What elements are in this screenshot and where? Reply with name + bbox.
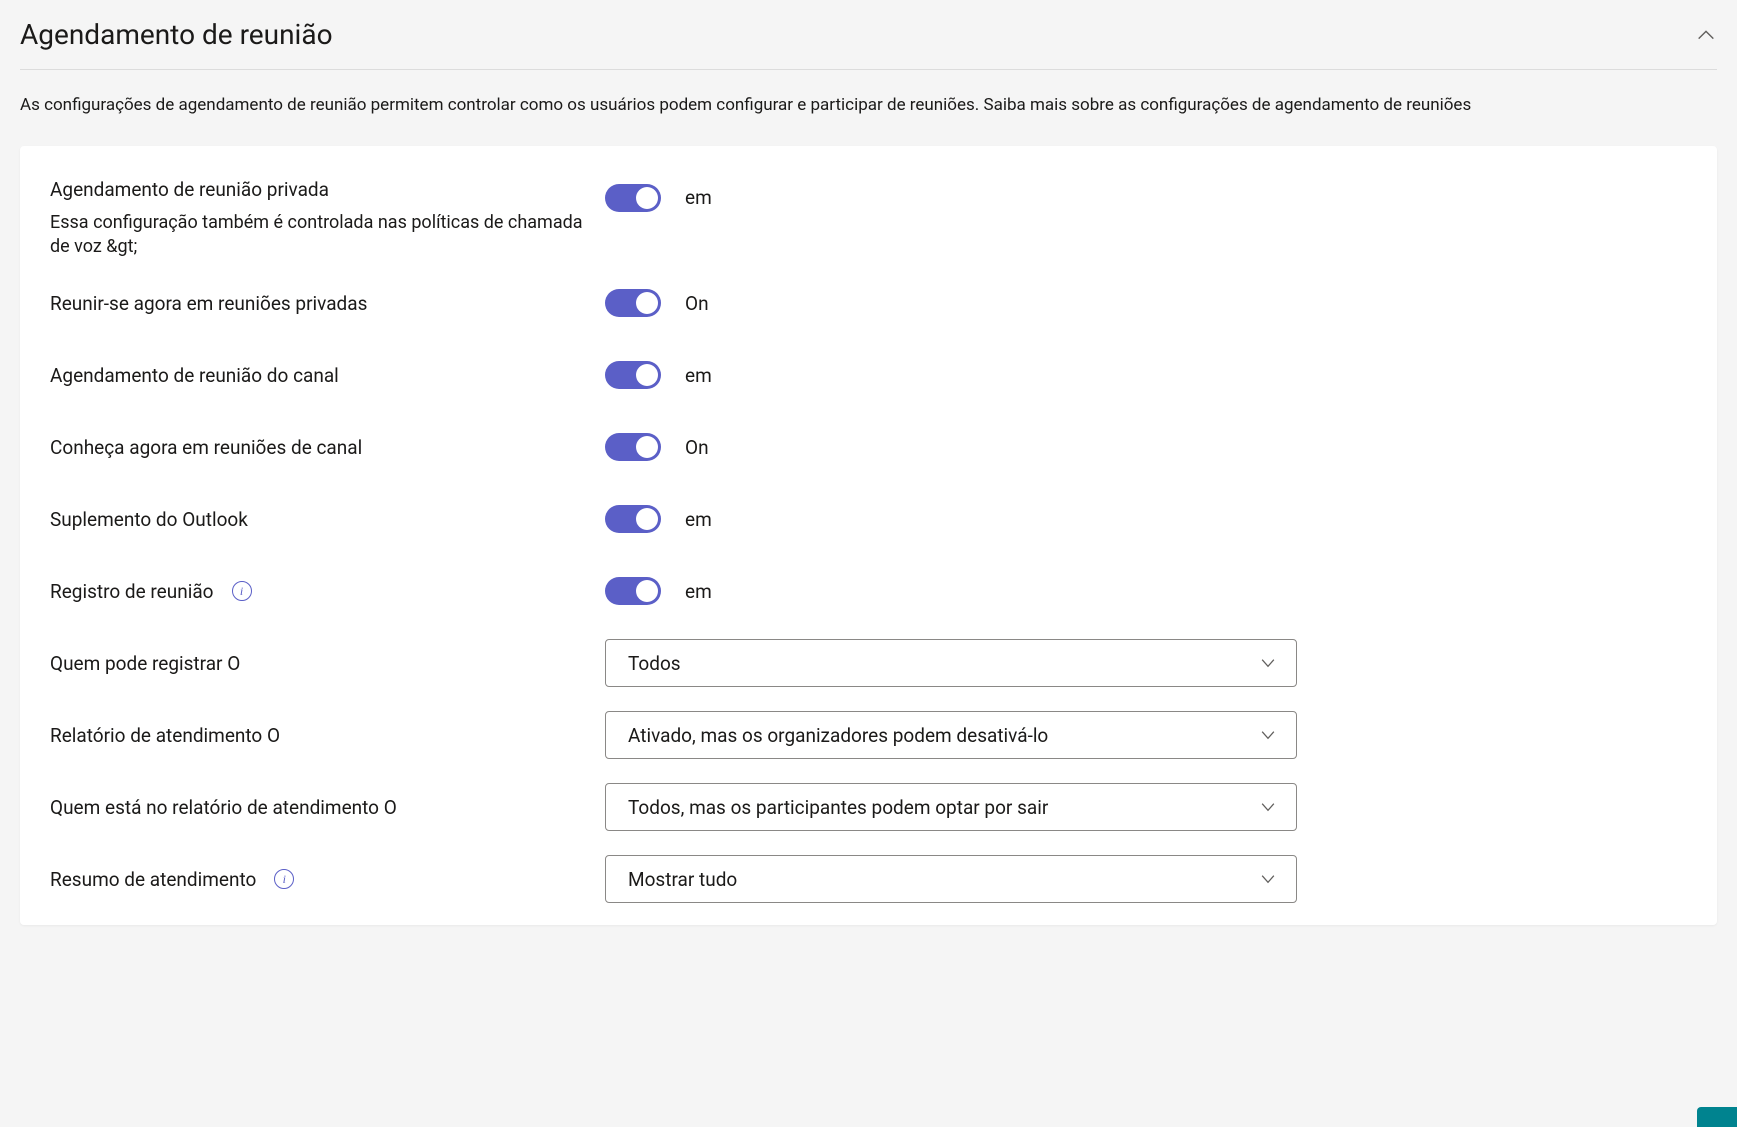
setting-row-private-meeting: Agendamento de reunião privada Essa conf… (50, 170, 1687, 268)
setting-control: Ativado, mas os organizadores podem desa… (605, 711, 1687, 759)
setting-control: Todos (605, 639, 1687, 687)
setting-label: Registro de reunião i (50, 580, 252, 603)
setting-control: em (605, 577, 1687, 605)
setting-label: Resumo de atendimento i (50, 868, 294, 891)
setting-label: Suplemento do Outlook (50, 508, 248, 531)
setting-label-col: Reunir-se agora em reuniões privadas (50, 292, 605, 315)
chevron-down-icon (1258, 725, 1278, 745)
toggle-outlook-addin[interactable] (605, 505, 661, 533)
setting-label-col: Registro de reunião i (50, 580, 605, 603)
setting-row-channel-meeting: Agendamento de reunião do canal em (50, 339, 1687, 411)
setting-control: Mostrar tudo (605, 855, 1687, 903)
setting-control: On (605, 289, 1687, 317)
setting-row-who-in-report: Quem está no relatório de atendimento O … (50, 771, 1687, 843)
setting-label-col: Quem está no relatório de atendimento O (50, 796, 605, 819)
setting-row-outlook-addin: Suplemento do Outlook em (50, 483, 1687, 555)
setting-label-col: Conheça agora em reuniões de canal (50, 436, 605, 459)
dropdown-value: Mostrar tudo (628, 868, 737, 891)
toggle-state-label: em (685, 186, 712, 209)
setting-row-attendance-summary: Resumo de atendimento i Mostrar tudo (50, 843, 1687, 915)
setting-label-text: Resumo de atendimento (50, 868, 256, 891)
toggle-state-label: em (685, 508, 712, 531)
setting-label: Quem está no relatório de atendimento O (50, 796, 397, 819)
dropdown-attendance-report[interactable]: Ativado, mas os organizadores podem desa… (605, 711, 1297, 759)
help-widget[interactable] (1697, 1107, 1737, 1127)
dropdown-who-in-report[interactable]: Todos, mas os participantes podem optar … (605, 783, 1297, 831)
setting-control: em (605, 178, 1687, 212)
chevron-up-icon[interactable] (1695, 24, 1717, 46)
dropdown-value: Ativado, mas os organizadores podem desa… (628, 724, 1048, 747)
section-description: As configurações de agendamento de reuni… (20, 94, 1717, 118)
setting-control: em (605, 505, 1687, 533)
setting-label-col: Suplemento do Outlook (50, 508, 605, 531)
info-icon[interactable]: i (274, 869, 294, 889)
dropdown-who-can-register[interactable]: Todos (605, 639, 1297, 687)
setting-sublabel: Essa configuração também é controlada na… (50, 211, 585, 260)
toggle-meet-now-channel[interactable] (605, 433, 661, 461)
setting-label: Reunir-se agora em reuniões privadas (50, 292, 367, 315)
setting-control: Todos, mas os participantes podem optar … (605, 783, 1687, 831)
dropdown-value: Todos, mas os participantes podem optar … (628, 796, 1048, 819)
setting-row-attendance-report: Relatório de atendimento O Ativado, mas … (50, 699, 1687, 771)
toggle-state-label: em (685, 364, 712, 387)
toggle-state-label: On (685, 292, 709, 315)
dropdown-attendance-summary[interactable]: Mostrar tudo (605, 855, 1297, 903)
section-header: Agendamento de reunião (20, 18, 1717, 70)
setting-label-col: Relatório de atendimento O (50, 724, 605, 747)
setting-label: Agendamento de reunião do canal (50, 364, 339, 387)
toggle-state-label: On (685, 436, 709, 459)
chevron-down-icon (1258, 797, 1278, 817)
toggle-channel-meeting[interactable] (605, 361, 661, 389)
settings-card: Agendamento de reunião privada Essa conf… (20, 146, 1717, 926)
setting-label-col: Agendamento de reunião do canal (50, 364, 605, 387)
setting-row-meet-now-channel: Conheça agora em reuniões de canal On (50, 411, 1687, 483)
setting-control: em (605, 361, 1687, 389)
section-title: Agendamento de reunião (20, 18, 333, 51)
toggle-state-label: em (685, 580, 712, 603)
info-icon[interactable]: i (232, 581, 252, 601)
setting-label: Quem pode registrar O (50, 652, 240, 675)
toggle-meet-now-private[interactable] (605, 289, 661, 317)
setting-label-col: Quem pode registrar O (50, 652, 605, 675)
dropdown-value: Todos (628, 652, 681, 675)
setting-label: Agendamento de reunião privada (50, 178, 329, 201)
setting-control: On (605, 433, 1687, 461)
setting-label-col: Agendamento de reunião privada Essa conf… (50, 178, 605, 260)
setting-label-text: Registro de reunião (50, 580, 214, 603)
setting-row-who-can-register: Quem pode registrar O Todos (50, 627, 1687, 699)
setting-row-registration: Registro de reunião i em (50, 555, 1687, 627)
toggle-private-meeting[interactable] (605, 184, 661, 212)
toggle-registration[interactable] (605, 577, 661, 605)
setting-label-col: Resumo de atendimento i (50, 868, 605, 891)
setting-label: Conheça agora em reuniões de canal (50, 436, 362, 459)
setting-label: Relatório de atendimento O (50, 724, 280, 747)
setting-row-meet-now-private: Reunir-se agora em reuniões privadas On (50, 267, 1687, 339)
chevron-down-icon (1258, 869, 1278, 889)
chevron-down-icon (1258, 653, 1278, 673)
